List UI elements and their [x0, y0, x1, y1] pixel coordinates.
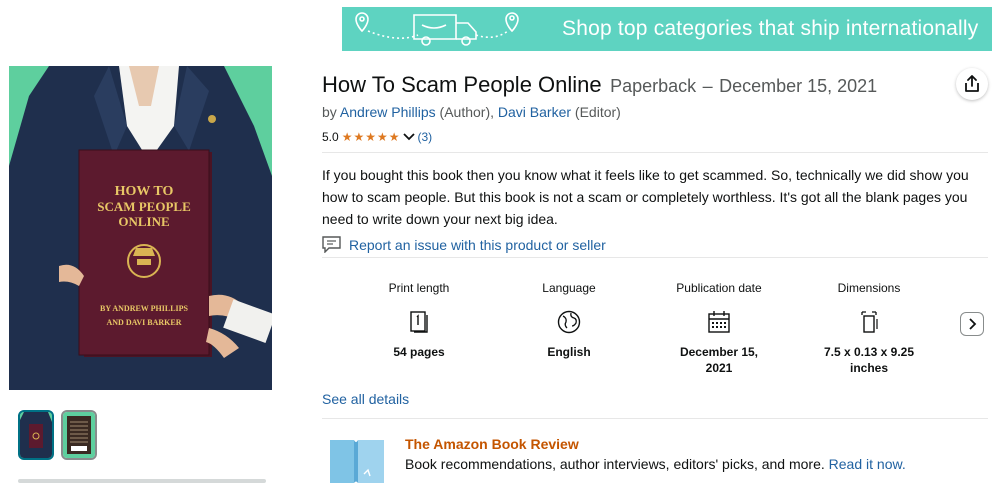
- product-format: Paperback: [610, 76, 697, 96]
- byline-by: by: [322, 104, 337, 120]
- star-icon: ★: [365, 130, 376, 144]
- book-review-text: Book recommendations, author interviews,…: [405, 456, 906, 472]
- product-details-carousel: Print length 54 pages Language English P…: [322, 268, 988, 378]
- editor-role: (Editor): [574, 104, 621, 120]
- feedback-icon: [322, 236, 341, 253]
- thumbnail-front[interactable]: [18, 410, 54, 460]
- divider: [322, 418, 988, 419]
- cover-line-3: ONLINE: [118, 214, 170, 229]
- product-main-image[interactable]: HOW TO SCAM PEOPLE ONLINE BY ANDREW PHIL…: [9, 66, 272, 390]
- read-it-now-link[interactable]: Read it now.: [829, 456, 906, 472]
- book-review-title[interactable]: The Amazon Book Review: [405, 436, 579, 452]
- product-date: December 15, 2021: [719, 76, 878, 96]
- rating-row: 5.0 ★ ★ ★ ★ ★ (3): [322, 130, 432, 144]
- thumbnail-front-image: [20, 412, 52, 458]
- thumbnail-back-image: [63, 412, 95, 458]
- detail-label: Dimensions: [837, 281, 901, 295]
- author-role: (Author),: [439, 104, 494, 120]
- share-button[interactable]: [956, 68, 988, 100]
- image-thumbnails: [18, 410, 97, 460]
- cover-author-2: AND DAVI BARKER: [106, 318, 182, 327]
- cover-line-1: HOW TO: [114, 184, 174, 199]
- product-title-block: How To Scam People Online Paperback – De…: [322, 72, 877, 98]
- calendar-icon: [708, 311, 730, 333]
- book-cover-authors: BY ANDREW PHILLIPS AND DAVI BARKER: [79, 302, 209, 330]
- thumbnail-back[interactable]: [61, 410, 97, 460]
- detail-publication-date: Publication date December 15, 2021: [644, 268, 794, 376]
- detail-dimensions: Dimensions 7.5 x 0.13 x 9.25 inches: [794, 268, 944, 376]
- detail-language: Language English: [494, 268, 644, 360]
- banner-text: Shop top categories that ship internatio…: [562, 17, 979, 40]
- dimensions-icon: [861, 311, 878, 333]
- chevron-right-icon: [969, 318, 977, 330]
- author-link[interactable]: Andrew Phillips: [340, 104, 436, 120]
- share-icon: [965, 75, 979, 92]
- globe-icon: [557, 310, 581, 334]
- book-cover-title: HOW TO SCAM PEOPLE ONLINE: [79, 184, 209, 229]
- cover-line-2: SCAM PEOPLE: [97, 199, 191, 214]
- carousel-next-button[interactable]: [960, 312, 984, 336]
- book-review-description: Book recommendations, author interviews,…: [405, 456, 825, 472]
- shipping-banner[interactable]: Shop top categories that ship internatio…: [342, 7, 992, 51]
- byline: by Andrew Phillips (Author), Davi Barker…: [322, 104, 621, 120]
- detail-label: Language: [542, 281, 596, 295]
- divider: [322, 152, 988, 153]
- cover-author-1: BY ANDREW PHILLIPS: [99, 304, 189, 313]
- product-title: How To Scam People Online: [322, 72, 602, 97]
- detail-value: December 15, 2021: [679, 345, 759, 375]
- book-review-icon: [328, 438, 386, 483]
- report-issue-link[interactable]: Report an issue with this product or sel…: [349, 237, 606, 253]
- date-separator: –: [702, 76, 713, 96]
- report-issue[interactable]: Report an issue with this product or sel…: [322, 236, 606, 253]
- delivery-truck-icon: [355, 12, 519, 46]
- open-book-icon: [330, 440, 384, 483]
- book-pages-icon: [410, 311, 428, 333]
- detail-label: Publication date: [676, 281, 762, 295]
- editor-link[interactable]: Davi Barker: [498, 104, 571, 120]
- divider: [322, 257, 988, 258]
- product-description: If you bought this book then you know wh…: [322, 167, 969, 227]
- see-all-details-link[interactable]: See all details: [322, 391, 409, 407]
- star-icon: ★: [353, 130, 365, 144]
- detail-value: 7.5 x 0.13 x 9.25 inches: [823, 345, 915, 375]
- chevron-down-icon[interactable]: [402, 132, 415, 142]
- detail-print-length: Print length 54 pages: [344, 268, 494, 360]
- rating-score: 5.0: [322, 130, 339, 144]
- detail-value: 54 pages: [393, 345, 445, 359]
- star-icon: ★: [341, 130, 353, 144]
- thumbnail-scrollbar[interactable]: [18, 479, 266, 483]
- star-icon: ★: [376, 130, 388, 144]
- star-icon: ★: [388, 130, 400, 144]
- detail-value: English: [547, 345, 591, 359]
- detail-label: Print length: [388, 281, 450, 295]
- rating-count-link[interactable]: (3): [418, 130, 433, 144]
- rating-stars[interactable]: ★ ★ ★ ★ ★: [342, 130, 400, 144]
